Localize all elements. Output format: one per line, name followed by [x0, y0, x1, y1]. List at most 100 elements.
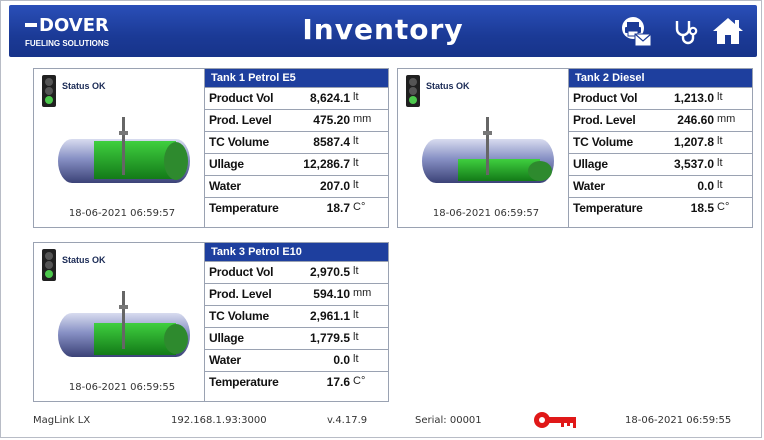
table-row: Product Vol 2,970.5 lt: [205, 261, 388, 283]
table-row: Prod. Level 475.20 mm: [205, 109, 388, 131]
row-label: TC Volume: [209, 135, 269, 149]
row-unit: lt: [717, 179, 723, 191]
row-unit: lt: [353, 157, 359, 169]
row-label: Water: [209, 353, 241, 367]
row-unit: lt: [353, 135, 359, 147]
row-value: 207.0: [319, 179, 350, 193]
row-label: Water: [209, 179, 241, 193]
tank-name: Tank 2 Diesel: [569, 69, 752, 87]
row-value: 594.10: [313, 287, 350, 301]
header-bar: DOVER FUELING SOLUTIONS Inventory: [9, 5, 757, 57]
tank-timestamp: 18-06-2021 06:59:57: [68, 208, 176, 219]
row-unit: lt: [353, 309, 359, 321]
row-label: Temperature: [573, 201, 643, 215]
table-row: Temperature 18.7 C°: [205, 197, 388, 219]
row-value: 3,537.0: [673, 157, 714, 171]
tank-status: Status OK: [426, 81, 470, 91]
row-value: 8587.4: [313, 135, 350, 149]
tank-name: Tank 3 Petrol E10: [205, 243, 388, 261]
row-value: 0.0: [333, 353, 350, 367]
version-label: v.4.17.9: [327, 415, 368, 426]
tank-graphic-icon: [422, 117, 554, 183]
row-label: Product Vol: [573, 91, 638, 105]
table-row: Water 207.0 lt: [205, 175, 388, 197]
row-value: 1,779.5: [309, 331, 350, 345]
status-light-icon: [406, 75, 420, 107]
table-row: TC Volume 8587.4 lt: [205, 131, 388, 153]
serial-label: Serial: 00001: [415, 415, 482, 426]
home-icon[interactable]: [711, 15, 745, 51]
row-unit: C°: [717, 201, 730, 213]
row-unit: lt: [353, 353, 359, 365]
row-value: 8,624.1: [309, 91, 350, 105]
row-unit: lt: [353, 265, 359, 277]
row-value: 1,207.8: [673, 135, 714, 149]
row-label: Temperature: [209, 201, 279, 215]
tank-data-table: Tank 2 Diesel Product Vol 1,213.0 lt Prod.…: [568, 69, 752, 227]
table-row: Ullage 1,779.5 lt: [205, 327, 388, 349]
table-row: Temperature 18.5 C°: [569, 197, 752, 219]
tank-status: Status OK: [62, 81, 106, 91]
table-row: Product Vol 8,624.1 lt: [205, 87, 388, 109]
row-unit: mm: [353, 287, 372, 299]
ip-address: 192.168.1.93:3000: [171, 415, 267, 426]
product-name: MagLink LX: [33, 415, 91, 426]
row-value: 18.7: [326, 201, 350, 215]
row-label: TC Volume: [573, 135, 633, 149]
app-frame: DOVER FUELING SOLUTIONS Inventory Status…: [0, 0, 762, 438]
row-unit: lt: [717, 91, 723, 103]
row-value: 475.20: [313, 113, 350, 127]
table-row: Water 0.0 lt: [205, 349, 388, 371]
tank-timestamp: 18-06-2021 06:59:57: [432, 208, 540, 219]
row-unit: lt: [717, 157, 723, 169]
row-label: TC Volume: [209, 309, 269, 323]
stethoscope-icon[interactable]: [671, 17, 701, 51]
table-row: Ullage 3,537.0 lt: [569, 153, 752, 175]
row-unit: lt: [353, 179, 359, 191]
row-label: Temperature: [209, 375, 279, 389]
table-row: Prod. Level 246.60 mm: [569, 109, 752, 131]
row-label: Ullage: [209, 331, 244, 345]
table-row: TC Volume 2,961.1 lt: [205, 305, 388, 327]
tank-data-table: Tank 3 Petrol E10 Product Vol 2,970.5 lt P…: [204, 243, 388, 401]
row-unit: C°: [353, 375, 366, 387]
tank-status: Status OK: [62, 255, 106, 265]
row-value: 246.60: [677, 113, 714, 127]
tank-graphic-icon: [58, 291, 190, 357]
row-label: Water: [573, 179, 605, 193]
mail-print-icon[interactable]: [619, 15, 653, 53]
row-unit: mm: [717, 113, 736, 125]
status-footer: MagLink LX 192.168.1.93:3000 v.4.17.9 Se…: [1, 409, 764, 433]
row-unit: lt: [717, 135, 723, 147]
row-label: Product Vol: [209, 91, 274, 105]
row-unit: C°: [353, 201, 366, 213]
table-row: Prod. Level 594.10 mm: [205, 283, 388, 305]
row-value: 2,970.5: [309, 265, 350, 279]
table-row: TC Volume 1,207.8 lt: [569, 131, 752, 153]
tank-data-table: Tank 1 Petrol E5 Product Vol 8,624.1 lt Pr…: [204, 69, 388, 227]
row-label: Ullage: [573, 157, 608, 171]
status-light-icon: [42, 75, 56, 107]
row-value: 18.5: [690, 201, 714, 215]
tank-graphic-icon: [58, 117, 190, 183]
row-label: Prod. Level: [209, 113, 272, 127]
footer-datetime: 18-06-2021 06:59:55: [625, 415, 732, 426]
row-label: Prod. Level: [209, 287, 272, 301]
table-row: Product Vol 1,213.0 lt: [569, 87, 752, 109]
row-unit: mm: [353, 113, 372, 125]
status-light-icon: [42, 249, 56, 281]
row-label: Product Vol: [209, 265, 274, 279]
table-row: Temperature 17.6 C°: [205, 371, 388, 393]
tank-panel-3[interactable]: Status OK 18-06-2021 06:59:55 Tank 3 Pet…: [33, 242, 389, 402]
tank-timestamp: 18-06-2021 06:59:55: [68, 382, 176, 393]
row-label: Prod. Level: [573, 113, 636, 127]
key-icon[interactable]: [533, 409, 579, 434]
row-value: 0.0: [697, 179, 714, 193]
table-row: Water 0.0 lt: [569, 175, 752, 197]
tank-panel-1[interactable]: Status OK 18-06-2021 06:59:57 Tank 1 Pet…: [33, 68, 389, 228]
row-unit: lt: [353, 331, 359, 343]
tank-name: Tank 1 Petrol E5: [205, 69, 388, 87]
row-label: Ullage: [209, 157, 244, 171]
row-value: 1,213.0: [673, 91, 714, 105]
tank-panel-2[interactable]: Status OK 18-06-2021 06:59:57 Tank 2 Die…: [397, 68, 753, 228]
